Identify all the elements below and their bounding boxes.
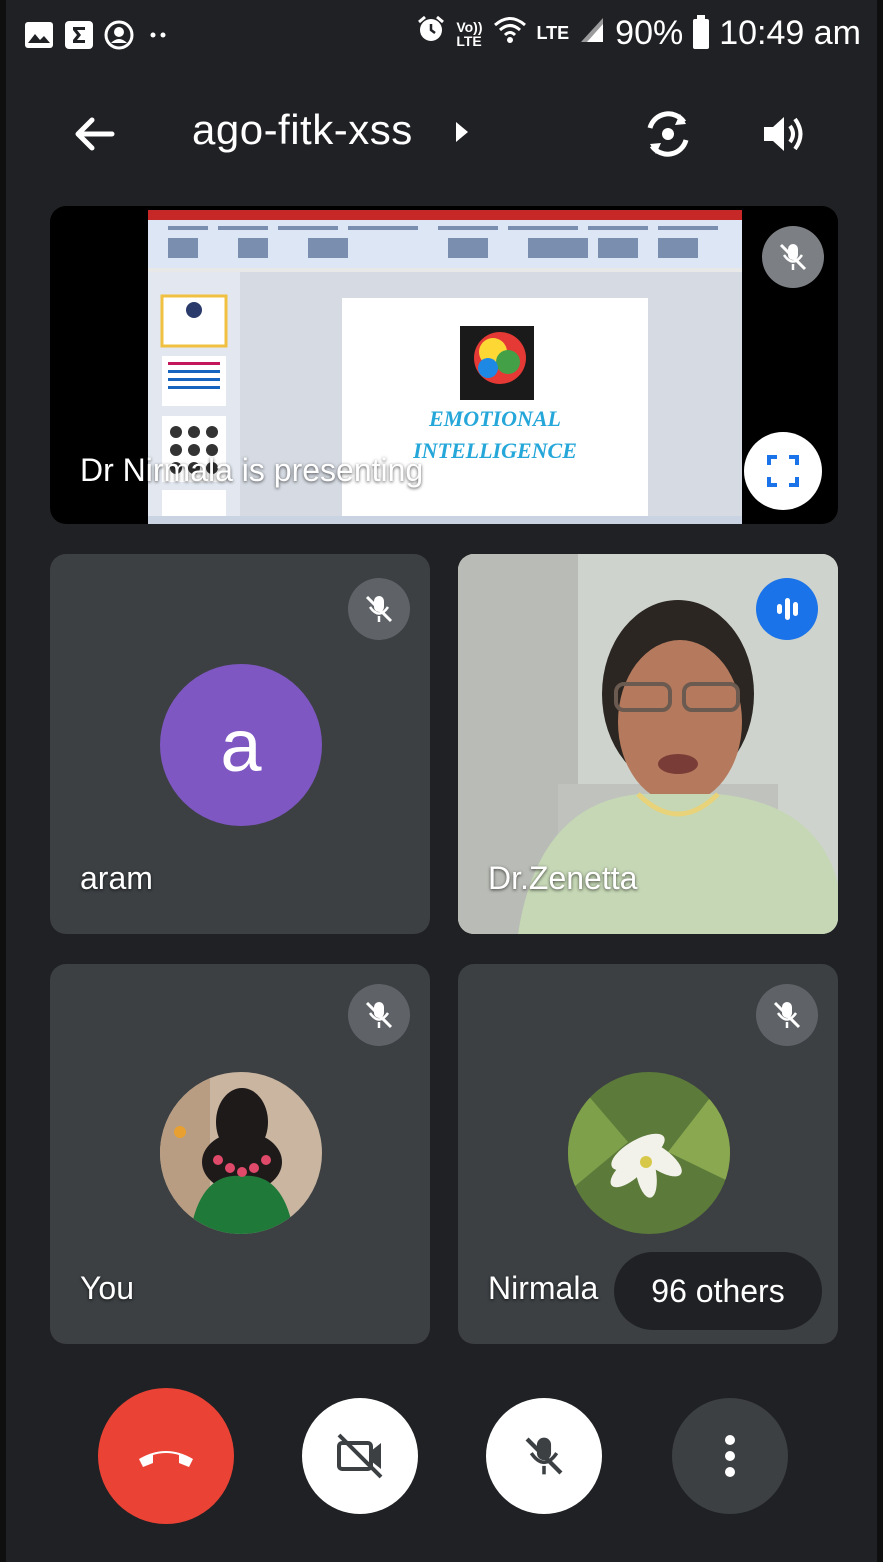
status-bar: Vo)) LTE LTE 90% 10:49 am <box>6 0 877 78</box>
battery-level: 90% <box>615 14 684 52</box>
wifi-icon <box>493 14 527 53</box>
participant-tile-aram[interactable]: a aram <box>50 554 430 934</box>
presentation-tile[interactable]: EMOTIONAL INTELLIGENCE Dr Nirmala is pre… <box>50 206 838 524</box>
mic-off-icon <box>348 984 410 1046</box>
mic-off-icon <box>525 1437 563 1475</box>
avatar <box>568 1072 730 1234</box>
clock: 10:49 am <box>719 14 861 52</box>
sigma-icon <box>64 20 94 50</box>
lte-icon: LTE <box>536 23 570 43</box>
end-call-button[interactable] <box>98 1388 234 1524</box>
speaker-icon[interactable] <box>758 108 810 160</box>
end-call-icon <box>139 1451 193 1467</box>
toggle-mic-button[interactable] <box>486 1398 602 1514</box>
gallery-icon <box>24 20 54 50</box>
speaking-indicator-icon <box>756 578 818 640</box>
meet-screen: Vo)) LTE LTE 90% 10:49 am ago-fitk-xss E… <box>6 0 877 1562</box>
mic-off-icon <box>348 578 410 640</box>
more-options-icon <box>725 1435 735 1477</box>
slide-title-line2: INTELLIGENCE <box>412 438 577 463</box>
account-icon <box>104 20 134 50</box>
presentation-caption: Dr Nirmala is presenting <box>80 452 424 488</box>
fullscreen-button[interactable] <box>744 432 822 510</box>
volte-icon: Vo)) LTE <box>456 18 483 49</box>
caret-right-icon[interactable] <box>456 122 468 142</box>
alarm-icon <box>416 14 446 53</box>
back-arrow-icon[interactable] <box>68 108 120 160</box>
slide-title-line1: EMOTIONAL <box>428 406 561 431</box>
others-count-pill[interactable]: 96 others <box>614 1252 822 1330</box>
more-dots-icon <box>144 20 174 50</box>
participant-name: You <box>80 1270 134 1306</box>
avatar <box>160 1072 322 1234</box>
mic-off-icon <box>762 226 824 288</box>
video-off-icon <box>337 1433 383 1479</box>
fullscreen-icon <box>767 455 799 487</box>
meeting-header: ago-fitk-xss <box>6 92 877 176</box>
participant-tile-zenetta[interactable]: Dr.Zenetta <box>458 554 838 934</box>
avatar: a <box>160 664 322 826</box>
more-options-button[interactable] <box>672 1398 788 1514</box>
meeting-code[interactable]: ago-fitk-xss <box>192 106 413 154</box>
participant-name: Dr.Zenetta <box>488 860 638 896</box>
participant-tile-you[interactable]: You <box>50 964 430 1344</box>
participant-name: aram <box>80 860 153 896</box>
toggle-video-button[interactable] <box>302 1398 418 1514</box>
mic-off-icon <box>756 984 818 1046</box>
switch-camera-icon[interactable] <box>640 106 696 162</box>
signal-icon <box>579 14 605 53</box>
participant-name: Nirmala <box>488 1270 599 1306</box>
battery-icon <box>693 14 710 49</box>
